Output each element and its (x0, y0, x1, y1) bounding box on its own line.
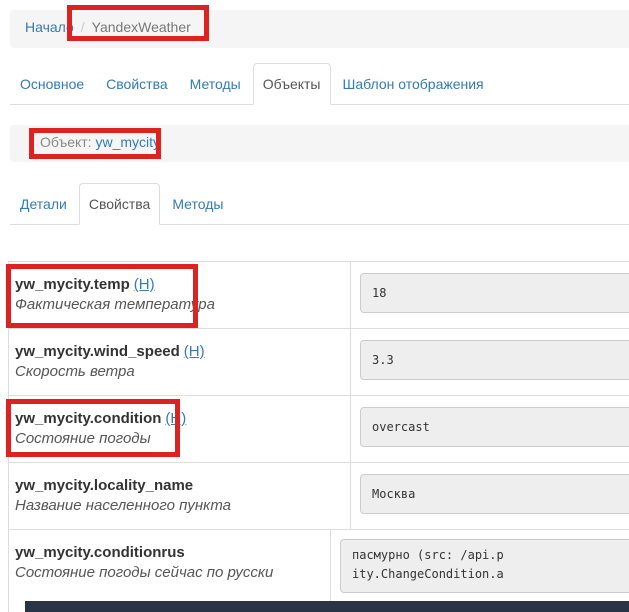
property-label-cell: yw_mycity.locality_name Название населен… (9, 463, 351, 529)
breadcrumb-home-link[interactable]: Начало (25, 19, 74, 35)
tab-metody-label[interactable]: Методы (180, 63, 251, 105)
property-row-temp: yw_mycity.temp (Н) Фактическая температур… (9, 262, 629, 329)
property-description: Название населенного пункта (15, 497, 232, 514)
property-name: yw_mycity.condition (15, 410, 162, 427)
subtab-svoystva[interactable]: Свойства (78, 183, 161, 225)
history-link[interactable]: (Н) (184, 343, 205, 360)
property-value-cell: пасмурно (src: /api.p ity.ChangeConditio… (331, 530, 629, 612)
property-description: Состояние погоды (15, 430, 151, 447)
subtab-metody-label[interactable]: Методы (162, 183, 233, 225)
bottom-panel-edge (25, 601, 629, 612)
property-description: Фактическая температура (15, 296, 215, 313)
object-bar-label: Объект: (40, 134, 92, 150)
property-value-cell (351, 329, 629, 395)
object-bar: Объект: yw_mycity (10, 125, 629, 162)
tab-metody[interactable]: Методы (180, 63, 251, 105)
subtab-metody[interactable]: Методы (162, 183, 233, 225)
tab-obekty[interactable]: Объекты (252, 63, 331, 105)
object-properties-page: Начало / YandexWeather Основное Свойства М… (0, 0, 629, 612)
property-label-cell: yw_mycity.temp (Н) Фактическая температур… (9, 262, 351, 328)
subtab-svoystva-label[interactable]: Свойства (78, 183, 161, 225)
tab-shablon[interactable]: Шаблон отображения (333, 63, 494, 105)
tab-svoystva-label[interactable]: Свойства (96, 63, 177, 105)
history-link[interactable]: (Н) (165, 410, 186, 427)
sub-tab-bar: Детали Свойства Методы (10, 183, 629, 225)
property-value-textarea-conditionrus[interactable]: пасмурно (src: /api.p ity.ChangeConditio… (340, 539, 629, 593)
property-row-wind-speed: yw_mycity.wind_speed (Н) Скорость ветра (9, 329, 629, 396)
breadcrumb-current: YandexWeather (91, 19, 191, 35)
tab-obekty-label[interactable]: Объекты (252, 63, 331, 105)
property-description: Состояние погоды сейчас по русски (15, 564, 274, 581)
property-value-cell (351, 262, 629, 328)
property-name: yw_mycity.wind_speed (15, 343, 180, 360)
main-tab-bar: Основное Свойства Методы Объекты Шаблон … (10, 63, 629, 105)
tab-svoystva[interactable]: Свойства (96, 63, 177, 105)
subtab-detali[interactable]: Детали (10, 183, 77, 225)
property-value-input-condition[interactable] (360, 407, 629, 447)
property-value-input-locality-name[interactable] (360, 474, 629, 514)
property-label-cell: yw_mycity.wind_speed (Н) Скорость ветра (9, 329, 351, 395)
property-row-condition: yw_mycity.condition (Н) Состояние погоды (9, 396, 629, 463)
tab-osnovnoe[interactable]: Основное (10, 63, 94, 105)
object-name-link[interactable]: yw_mycity (95, 134, 160, 150)
property-row-locality-name: yw_mycity.locality_name Название населен… (9, 463, 629, 530)
breadcrumb-separator: / (80, 19, 85, 35)
subtab-detali-label[interactable]: Детали (10, 183, 77, 225)
property-name: yw_mycity.conditionrus (15, 544, 185, 561)
property-label-cell: yw_mycity.conditionrus Состояние погоды … (9, 530, 331, 612)
property-value-input-wind-speed[interactable] (360, 340, 629, 380)
breadcrumb: Начало / YandexWeather (10, 10, 629, 48)
property-value-cell (351, 396, 629, 462)
tab-osnovnoe-label[interactable]: Основное (10, 63, 94, 105)
property-name: yw_mycity.temp (15, 276, 130, 293)
property-description: Скорость ветра (15, 363, 135, 380)
tab-shablon-label[interactable]: Шаблон отображения (333, 63, 494, 105)
property-name: yw_mycity.locality_name (15, 477, 194, 494)
property-label-cell: yw_mycity.condition (Н) Состояние погоды (9, 396, 351, 462)
properties-table: yw_mycity.temp (Н) Фактическая температур… (8, 261, 629, 612)
property-row-conditionrus: yw_mycity.conditionrus Состояние погоды … (9, 530, 629, 612)
history-link[interactable]: (Н) (134, 276, 155, 293)
property-value-cell (351, 463, 629, 529)
property-value-input-temp[interactable] (360, 273, 629, 313)
